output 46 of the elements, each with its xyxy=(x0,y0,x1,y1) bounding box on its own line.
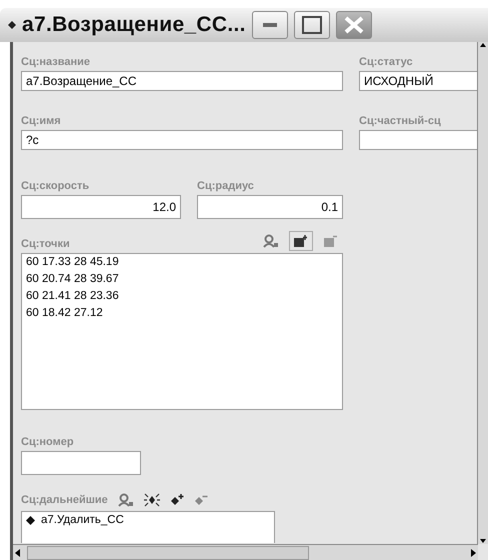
minimize-icon xyxy=(262,23,277,27)
window-title: a7.Возращение_СС... xyxy=(22,13,246,37)
field-label: Сц:скорость xyxy=(21,180,90,192)
field-label: Сц:дальнейшие xyxy=(21,494,108,506)
person-icon[interactable] xyxy=(263,234,279,248)
input-field[interactable]: ?c xyxy=(21,130,343,150)
diamond-plus-icon[interactable] xyxy=(170,494,184,506)
maximize-icon xyxy=(302,16,322,34)
next-list[interactable]: а7.Удалить_СС xyxy=(21,511,275,543)
minimize-button[interactable] xyxy=(252,11,288,39)
up-arrow-icon[interactable] xyxy=(479,42,487,48)
right-arrow-icon[interactable] xyxy=(468,548,478,558)
down-arrow-icon[interactable] xyxy=(479,538,487,544)
horizontal-scrollbar[interactable] xyxy=(13,544,478,560)
square-plus-icon xyxy=(294,235,308,247)
field-label: Сц:имя xyxy=(21,115,62,127)
close-button[interactable] xyxy=(336,11,372,39)
person-icon[interactable] xyxy=(118,493,134,507)
close-icon xyxy=(344,16,364,34)
diamond-icon xyxy=(8,21,16,29)
field-label: Сц:название xyxy=(21,56,91,68)
list-item[interactable]: 60 18.42 27.12 xyxy=(26,307,338,319)
input-field[interactable]: а7.Возращение_СС xyxy=(21,71,343,91)
maximize-button[interactable] xyxy=(294,11,330,39)
list-item[interactable]: 60 17.33 28 45.19 xyxy=(26,256,338,268)
list-item[interactable]: 60 20.74 28 39.67 xyxy=(26,273,338,285)
diamond-minus-icon[interactable] xyxy=(194,494,208,506)
input-field[interactable]: ИСХОДНЫЙ xyxy=(359,71,477,91)
field-label: Сц:статус xyxy=(359,56,414,68)
points-list[interactable]: 60 17.33 28 45.19 60 20.74 28 39.67 60 21.41 28 23.36 60 18.42 27.12 xyxy=(21,253,343,410)
left-arrow-icon[interactable] xyxy=(13,548,23,558)
field-label: Сц:номер xyxy=(21,436,75,448)
add-point-button[interactable] xyxy=(289,231,313,251)
field-label: Сц:частный-сц xyxy=(359,115,442,127)
vertical-scrollbar[interactable] xyxy=(477,42,488,544)
field-label: Сц:радиус xyxy=(197,180,255,192)
diamond-icon xyxy=(26,516,35,524)
square-minus-icon xyxy=(324,235,338,247)
input-field[interactable]: 0.1 xyxy=(197,195,343,219)
input-field[interactable] xyxy=(359,130,477,150)
sparkle-icon[interactable] xyxy=(144,493,160,507)
input-field[interactable]: 12.0 xyxy=(21,195,181,219)
field-label: Сц:точки xyxy=(21,238,70,250)
list-item[interactable]: 60 21.41 28 23.36 xyxy=(26,290,338,302)
input-field[interactable] xyxy=(21,451,141,475)
list-item[interactable]: а7.Удалить_СС xyxy=(26,514,270,526)
